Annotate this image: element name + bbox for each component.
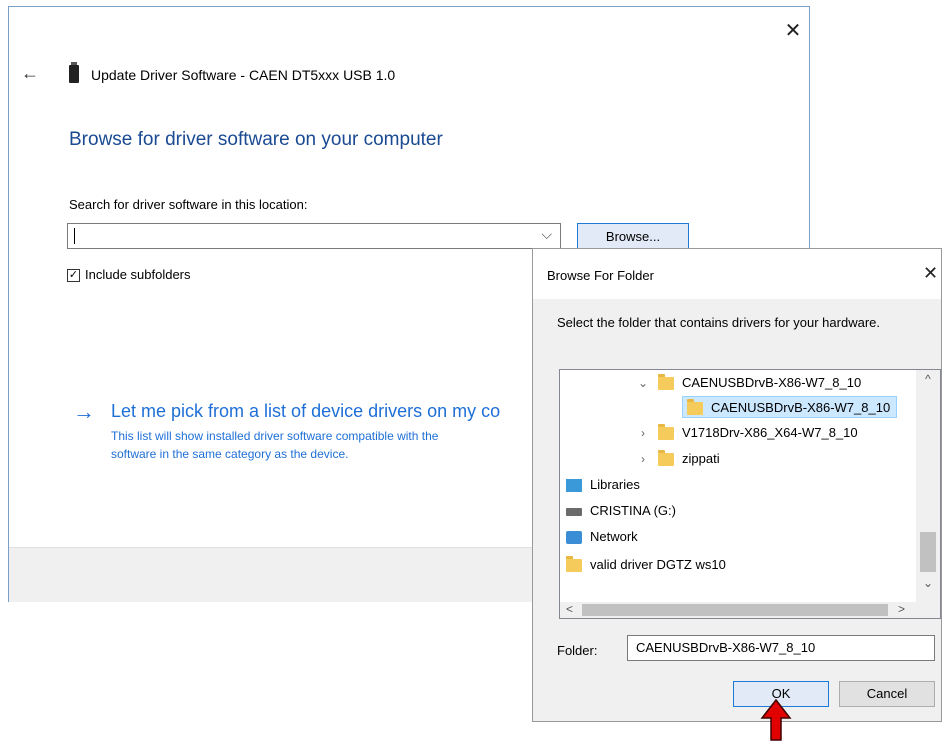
tree-item-label: Network — [590, 529, 638, 544]
folder-icon — [658, 374, 674, 391]
text-caret — [74, 228, 75, 244]
scroll-thumb[interactable] — [582, 604, 888, 616]
tree-item-label: Libraries — [590, 477, 640, 492]
chevron-right-icon[interactable]: › — [636, 448, 650, 470]
pick-from-list-description: software in the same category as the dev… — [111, 447, 349, 461]
folder-path-input[interactable]: CAENUSBDrvB-X86-W7_8_10 — [627, 635, 935, 661]
folder-icon — [658, 424, 674, 441]
scroll-thumb[interactable] — [920, 532, 936, 572]
tree-item-selected[interactable]: CAENUSBDrvB-X86-W7_8_10 — [682, 396, 898, 418]
libraries-icon — [566, 479, 582, 493]
tree-item[interactable]: ⌄ CAENUSBDrvB-X86-W7_8_10 — [636, 372, 861, 394]
tree-item[interactable]: › V1718Drv-X86_X64-W7_8_10 — [636, 422, 858, 444]
tree-item-label: CAENUSBDrvB-X86-W7_8_10 — [682, 375, 862, 390]
network-icon — [566, 531, 582, 545]
tree-item[interactable]: Network — [566, 526, 638, 548]
window-title: Update Driver Software - CAEN DT5xxx USB… — [91, 67, 396, 83]
pick-from-list-description: This list will show installed driver sof… — [111, 429, 439, 443]
usb-device-icon — [69, 62, 79, 83]
include-subfolders-label[interactable]: Include subfolders — [85, 267, 191, 282]
folder-icon — [687, 399, 703, 416]
browse-for-folder-dialog: Browse For Folder ✕ Select the folder th… — [532, 248, 942, 722]
scroll-down-icon[interactable]: ⌄ — [916, 576, 940, 590]
drive-icon — [566, 507, 582, 516]
tree-item-label: valid driver DGTZ ws10 — [590, 557, 726, 572]
search-location-combobox[interactable]: ⌵ — [67, 223, 561, 249]
folder-tree[interactable]: ⌄ CAENUSBDrvB-X86-W7_8_10 CAENUSBDrvB-X86… — [559, 369, 941, 619]
folder-icon — [658, 450, 674, 467]
tree-item[interactable]: Libraries — [566, 474, 640, 496]
browse-button[interactable]: Browse... — [577, 223, 689, 251]
tree-item-label: V1718Drv-X86_X64-W7_8_10 — [682, 425, 858, 440]
scroll-right-icon[interactable]: > — [898, 602, 905, 616]
dialog-instruction: Select the folder that contains drivers … — [557, 315, 880, 330]
close-icon[interactable]: ✕ — [923, 263, 938, 284]
red-pointer-arrow-icon — [760, 698, 792, 741]
tree-item[interactable]: › zippati — [636, 448, 720, 470]
cancel-button[interactable]: Cancel — [839, 681, 935, 707]
folder-icon — [566, 556, 582, 573]
page-heading: Browse for driver software on your compu… — [69, 129, 443, 150]
dialog-title: Browse For Folder — [547, 268, 654, 283]
scroll-left-icon[interactable]: < — [566, 602, 573, 616]
arrow-right-icon[interactable]: → — [73, 399, 95, 425]
tree-item-label: zippati — [682, 451, 720, 466]
tree-item[interactable]: valid driver DGTZ ws10 — [566, 554, 726, 576]
chevron-right-icon[interactable]: › — [636, 422, 650, 444]
folder-label: Folder: — [557, 643, 598, 658]
close-icon[interactable]: ✕ — [781, 19, 805, 43]
horizontal-scrollbar[interactable]: < > — [560, 602, 940, 618]
chevron-down-icon[interactable]: ⌄ — [636, 372, 650, 394]
search-location-label: Search for driver software in this locat… — [69, 197, 308, 212]
dialog-titlebar: Browse For Folder ✕ — [533, 249, 941, 299]
tree-item-label: CRISTINA (G:) — [590, 503, 676, 518]
pick-from-list-link[interactable]: Let me pick from a list of device driver… — [111, 401, 500, 422]
include-subfolders-checkbox[interactable]: ✓ — [67, 269, 80, 282]
back-arrow-icon[interactable]: ← — [21, 63, 39, 84]
tree-item[interactable]: CRISTINA (G:) — [566, 500, 676, 522]
chevron-down-icon[interactable]: ⌵ — [541, 226, 552, 243]
tree-item-label: CAENUSBDrvB-X86-W7_8_10 — [711, 400, 891, 415]
scroll-up-icon[interactable]: ^ — [916, 372, 940, 386]
vertical-scrollbar[interactable]: ^ ⌄ — [916, 370, 940, 602]
